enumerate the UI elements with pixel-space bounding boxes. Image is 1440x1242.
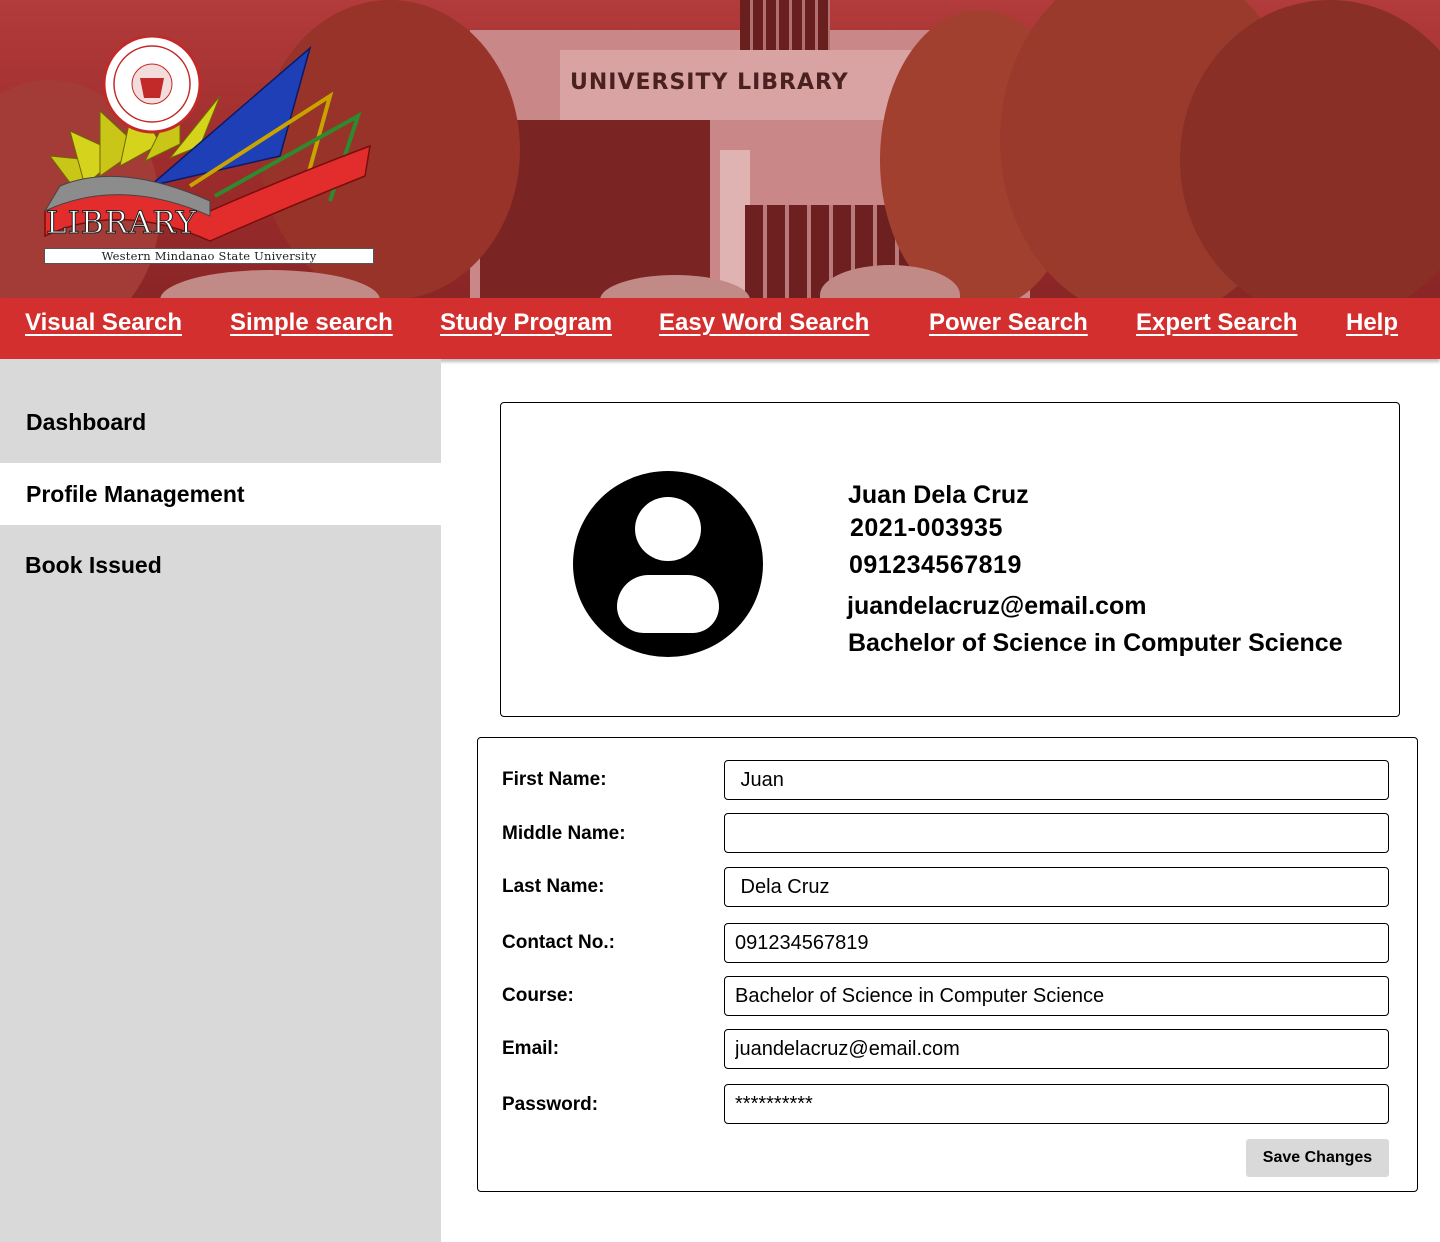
profile-email: juandelacruz@email.com: [847, 592, 1147, 620]
avatar-head: [635, 497, 701, 561]
course-label: Course:: [502, 985, 574, 1006]
contact-field[interactable]: [724, 923, 1389, 963]
last-name-field[interactable]: [724, 867, 1389, 907]
contact-label: Contact No.:: [502, 932, 615, 953]
nav-study-program[interactable]: Study Program: [440, 309, 612, 337]
building-upper-windows: [740, 0, 830, 50]
avatar-body: [617, 575, 719, 633]
middle-name-label: Middle Name:: [502, 823, 626, 844]
profile-name: Juan Dela Cruz: [848, 481, 1029, 509]
nav-expert-search[interactable]: Expert Search: [1136, 309, 1297, 337]
nav-simple-search[interactable]: Simple search: [230, 309, 393, 337]
nav-power-search[interactable]: Power Search: [929, 309, 1088, 337]
last-name-label: Last Name:: [502, 876, 605, 897]
email-field[interactable]: [724, 1029, 1389, 1069]
email-label: Email:: [502, 1038, 560, 1059]
save-changes-button[interactable]: Save Changes: [1246, 1139, 1389, 1177]
logo-title: LIBRARY: [45, 205, 198, 241]
sidebar-item-book-issued[interactable]: Book Issued: [0, 534, 441, 596]
top-nav: Visual Search Simple search Study Progra…: [0, 298, 1440, 359]
header-banner: UNIVERSITY LIBRARY LIBRARY Western Minda…: [0, 0, 1440, 298]
profile-contact: 091234567819: [849, 551, 1022, 579]
password-label: Password:: [502, 1094, 599, 1115]
profile-course: Bachelor of Science in Computer Science: [848, 629, 1343, 657]
first-name-field[interactable]: [724, 760, 1389, 800]
password-field[interactable]: [724, 1084, 1389, 1124]
nav-visual-search[interactable]: Visual Search: [25, 309, 182, 337]
sidebar-item-dashboard[interactable]: Dashboard: [0, 391, 441, 453]
first-name-label: First Name:: [502, 769, 607, 790]
course-field[interactable]: [724, 976, 1389, 1016]
profile-summary-card: Juan Dela Cruz 2021-003935 091234567819 …: [500, 402, 1400, 717]
logo-subtitle: Western Mindanao State University: [44, 248, 374, 264]
user-avatar-icon: [573, 471, 763, 657]
sidebar: Dashboard Profile Management Book Issued: [0, 359, 441, 1242]
profile-edit-form: First Name: Middle Name: Last Name: Cont…: [477, 737, 1418, 1192]
building-sign: UNIVERSITY LIBRARY: [570, 70, 849, 95]
nav-help[interactable]: Help: [1346, 309, 1398, 337]
profile-id: 2021-003935: [850, 514, 1003, 542]
nav-easy-word-search[interactable]: Easy Word Search: [659, 309, 869, 337]
sidebar-item-profile-management[interactable]: Profile Management: [0, 463, 441, 525]
middle-name-field[interactable]: [724, 813, 1389, 853]
